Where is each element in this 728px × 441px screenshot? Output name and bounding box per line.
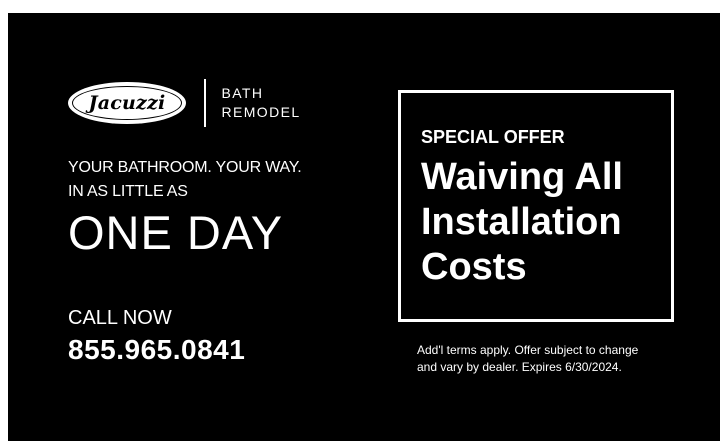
offer-headline: Waiving All Installation Costs <box>421 155 651 290</box>
disclaimer-line2: and vary by dealer. Expires 6/30/2024. <box>417 360 622 374</box>
disclaimer-line1: Add'l terms apply. Offer subject to chan… <box>417 343 639 357</box>
offer-disclaimer: Add'l terms apply. Offer subject to chan… <box>417 342 677 376</box>
offer-kicker: SPECIAL OFFER <box>421 127 565 147</box>
tagline-line2: IN AS LITTLE AS <box>68 183 188 200</box>
logo-oval-ring: Jacuzzi <box>72 86 182 120</box>
tagline-line1: YOUR BATHROOM. YOUR WAY. <box>68 159 302 176</box>
phone-number-link[interactable]: 855.965.0841 <box>68 333 245 367</box>
logo-subtitle-line2: REMODEL <box>221 104 301 120</box>
call-now-label: CALL NOW <box>68 307 172 329</box>
logo-subtitle: BATH REMODEL <box>222 84 301 122</box>
logo-wordmark: Jacuzzi <box>88 92 166 114</box>
special-offer-box: SPECIAL OFFER Waiving All Installation C… <box>398 90 674 322</box>
offer-headline-line1: Waiving All <box>421 156 623 198</box>
offer-headline-line2: Installation <box>421 201 622 243</box>
brand-lockup: Jacuzzi BATH REMODEL <box>68 79 301 127</box>
offer-headline-line3: Costs <box>421 246 527 288</box>
logo-divider <box>204 79 206 127</box>
jacuzzi-logo: Jacuzzi <box>68 82 186 124</box>
headline-one-day: ONE DAY <box>68 206 284 259</box>
logo-subtitle-line1: BATH <box>221 85 264 101</box>
tagline: YOUR BATHROOM. YOUR WAY. IN AS LITTLE AS <box>68 156 302 204</box>
banner-ad[interactable]: Jacuzzi BATH REMODEL YOUR BATHROOM. YOUR… <box>8 13 720 441</box>
